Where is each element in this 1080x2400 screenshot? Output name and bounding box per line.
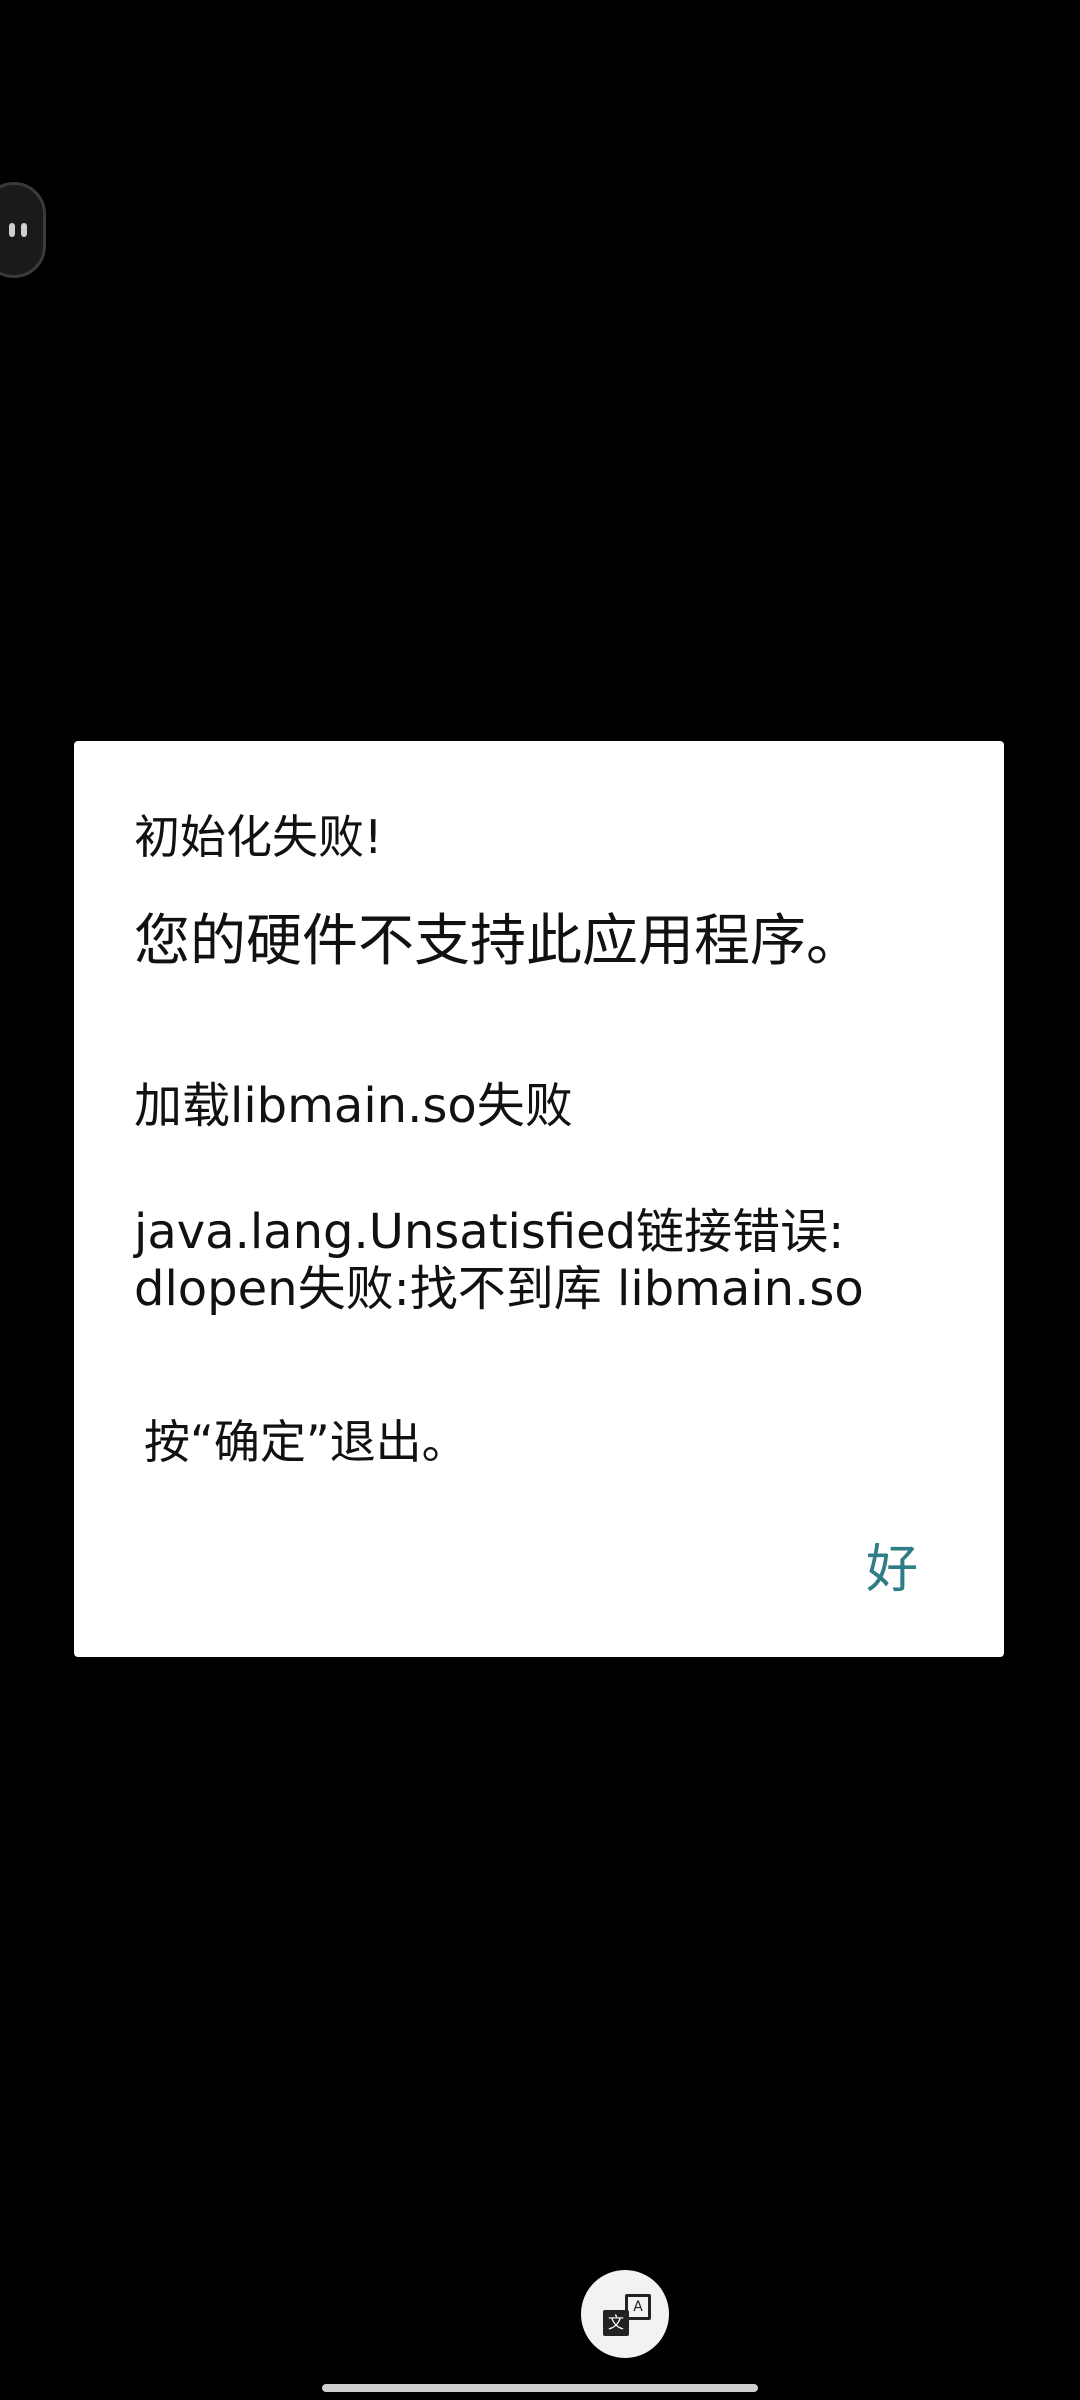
dialog-title: 初始化失败! (134, 810, 383, 864)
translate-button[interactable]: A 文 (581, 2270, 669, 2358)
bubble-eye-right (21, 223, 27, 237)
error-dialog: 初始化失败! 您的硬件不支持此应用程序。 加载libmain.so失败 java… (74, 741, 1004, 1657)
bubble-eye-left (9, 223, 15, 237)
link-error-message-line2: dlopen失败:找不到库 libmain.so (134, 1261, 864, 1317)
gesture-nav-handle[interactable] (322, 2384, 758, 2392)
dialog-headline: 您的硬件不支持此应用程序。 (134, 909, 862, 974)
load-error-message: 加载libmain.so失败 (134, 1078, 573, 1134)
exit-hint: 按“确定”退出。 (144, 1415, 468, 1469)
ok-button[interactable]: 好 (866, 1527, 918, 1602)
screen: 初始化失败! 您的硬件不支持此应用程序。 加载libmain.so失败 java… (0, 0, 1080, 2400)
assistant-bubble-icon[interactable] (0, 182, 46, 278)
translate-icon: 文 (603, 2310, 629, 2336)
